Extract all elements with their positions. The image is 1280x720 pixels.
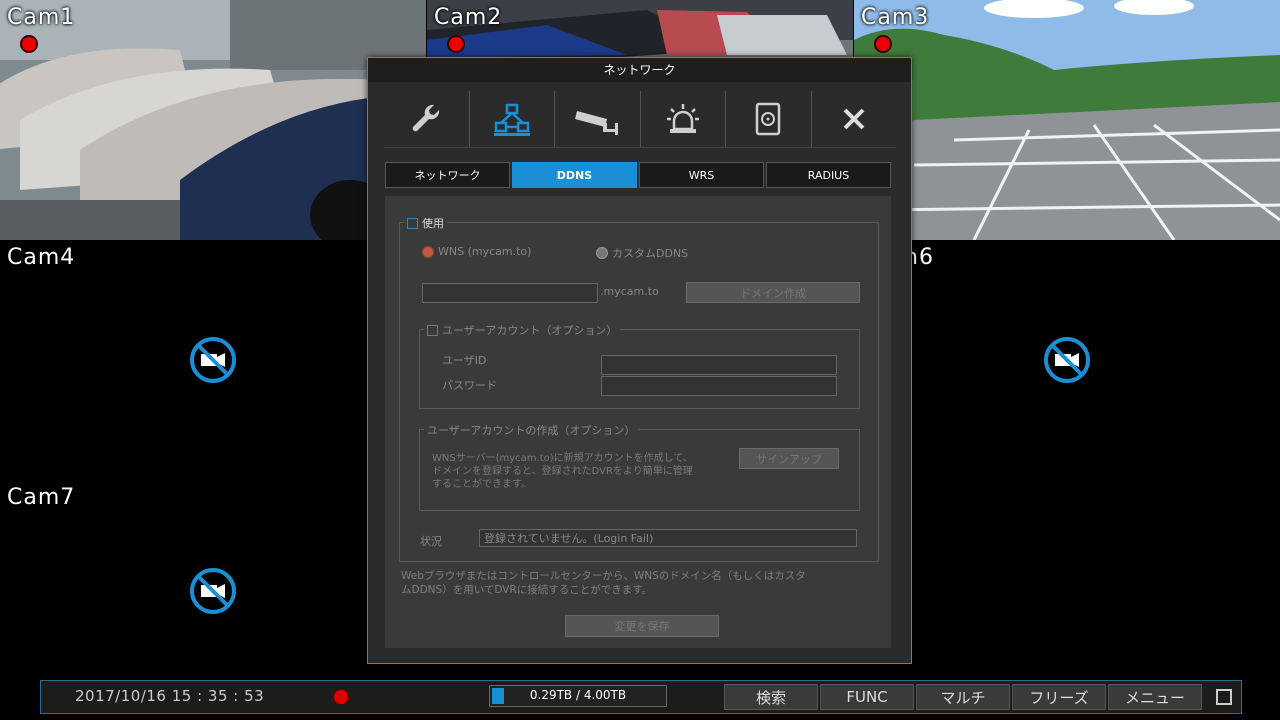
create-account-text-line: WNSサーバー(mycam.to)に新規アカウントを作成して、	[432, 453, 693, 464]
storage-icon	[756, 102, 781, 136]
user-id-input[interactable]	[601, 355, 837, 375]
status-value: 登録されていません。(Login Fail)	[479, 529, 857, 547]
cam3-video	[854, 0, 1280, 240]
system-category-button[interactable]	[384, 91, 470, 147]
alarm-icon	[666, 104, 699, 133]
event-category-button[interactable]	[641, 91, 726, 147]
info-text-line: ムDDNS）を用いてDVRに接続することができます。	[401, 584, 653, 596]
user-account-legend-text: ユーザーアカウント（オプション）	[442, 324, 618, 337]
wns-radio-label: WNS (mycam.to)	[438, 245, 532, 258]
camera-icon	[575, 111, 619, 135]
create-account-text-line: することができます。	[432, 479, 531, 490]
cam-label: Cam3	[861, 5, 930, 30]
record-indicator	[874, 35, 892, 53]
storage-usage-bar: 0.29TB / 4.00TB	[489, 685, 667, 707]
settings-tabs: ネットワーク DDNS WRS RADIUS	[385, 162, 891, 188]
user-id-label: ユーザID	[442, 354, 487, 367]
freeze-button[interactable]: フリーズ	[1012, 684, 1106, 710]
use-ddns-label: 使用	[422, 217, 444, 230]
network-settings-dialog: ネットワーク ネットワーク DDNS WRS RADIUS 使用 WNS (my…	[367, 57, 912, 664]
device-category-button[interactable]	[555, 91, 641, 147]
create-domain-button[interactable]: ドメイン作成	[686, 282, 860, 303]
create-account-text-line: ドメインを登録すると、登録されたDVRをより簡単に管理	[432, 466, 693, 477]
info-text-line: Webブラウザまたはコントロールセンターから、WNSのドメイン名（もしくはカスタ	[401, 570, 806, 582]
network-category-button[interactable]	[470, 91, 555, 147]
record-indicator	[20, 35, 38, 53]
user-account-group: ユーザーアカウント（オプション） ユーザID パスワード	[419, 322, 860, 409]
multi-button[interactable]: マルチ	[916, 684, 1010, 710]
cam-label: Cam7	[7, 485, 76, 510]
category-icon-bar	[384, 91, 896, 148]
datetime: 2017/10/16 15 : 35 : 53	[75, 687, 265, 705]
camera-tile-6[interactable]: n6	[854, 240, 1280, 480]
tab-network[interactable]: ネットワーク	[385, 162, 510, 188]
ddns-panel: 使用 WNS (mycam.to) カスタムDDNS .mycam.to ドメイ…	[385, 196, 891, 648]
camera-tile-4[interactable]: Cam4	[0, 240, 426, 480]
close-dialog-button[interactable]	[812, 91, 897, 147]
tab-ddns[interactable]: DDNS	[512, 162, 637, 188]
camera-tile-7[interactable]: Cam7	[0, 480, 426, 678]
signup-button[interactable]: サインアップ	[739, 448, 839, 469]
save-changes-button[interactable]: 変更を保存	[565, 615, 719, 637]
user-account-checkbox[interactable]	[427, 324, 438, 336]
custom-ddns-radio-label: カスタムDDNS	[612, 247, 689, 260]
storage-usage-text: 0.29TB / 4.00TB	[529, 688, 627, 702]
cam-label: Cam1	[7, 5, 76, 30]
password-input[interactable]	[601, 376, 837, 396]
dialog-title: ネットワーク	[368, 58, 911, 82]
wns-radio-option[interactable]: WNS (mycam.to)	[422, 245, 531, 258]
storage-category-button[interactable]	[726, 91, 812, 147]
domain-suffix: .mycam.to	[600, 285, 659, 298]
network-icon	[493, 103, 530, 136]
wrench-icon	[412, 104, 440, 132]
custom-ddns-radio-option[interactable]: カスタムDDNS	[596, 245, 688, 261]
create-account-legend: ユーザーアカウントの作成（オプション）	[424, 422, 639, 438]
search-button[interactable]: 検索	[724, 684, 818, 710]
no-camera-icon	[190, 568, 236, 614]
fullscreen-toggle[interactable]	[1216, 689, 1232, 705]
custom-ddns-radio[interactable]	[596, 247, 608, 259]
camera-tile-3[interactable]: Cam3	[854, 0, 1280, 240]
close-icon	[843, 108, 865, 130]
password-label: パスワード	[442, 379, 497, 392]
record-status-icon	[333, 689, 349, 705]
cam1-video	[0, 0, 426, 240]
func-button[interactable]: FUNC	[820, 684, 914, 710]
cam-label: Cam2	[434, 5, 503, 30]
no-camera-icon	[190, 337, 236, 383]
tab-wrs[interactable]: WRS	[639, 162, 764, 188]
record-indicator	[447, 35, 465, 53]
wns-radio[interactable]	[422, 245, 434, 258]
no-camera-icon	[1044, 337, 1090, 383]
create-account-description: WNSサーバー(mycam.to)に新規アカウントを作成して、 ドメインを登録す…	[432, 452, 693, 491]
camera-tile-1[interactable]: Cam1	[0, 0, 426, 240]
user-account-legend: ユーザーアカウント（オプション）	[424, 322, 621, 338]
menu-button[interactable]: メニュー	[1108, 684, 1202, 710]
ddns-info-text: Webブラウザまたはコントロールセンターから、WNSのドメイン名（もしくはカスタ…	[401, 569, 806, 597]
use-ddns-checkbox[interactable]	[407, 217, 418, 229]
cam-label: Cam4	[7, 245, 76, 270]
use-ddns-legend: 使用	[404, 215, 447, 231]
use-ddns-group: 使用 WNS (mycam.to) カスタムDDNS .mycam.to ドメイ…	[399, 215, 879, 562]
status-bar: 2017/10/16 15 : 35 : 53 0.29TB / 4.00TB …	[40, 680, 1242, 714]
status-label: 状況	[420, 535, 442, 548]
domain-input[interactable]	[422, 283, 598, 303]
tab-radius[interactable]: RADIUS	[766, 162, 891, 188]
create-account-group: ユーザーアカウントの作成（オプション） WNSサーバー(mycam.to)に新規…	[419, 422, 860, 511]
